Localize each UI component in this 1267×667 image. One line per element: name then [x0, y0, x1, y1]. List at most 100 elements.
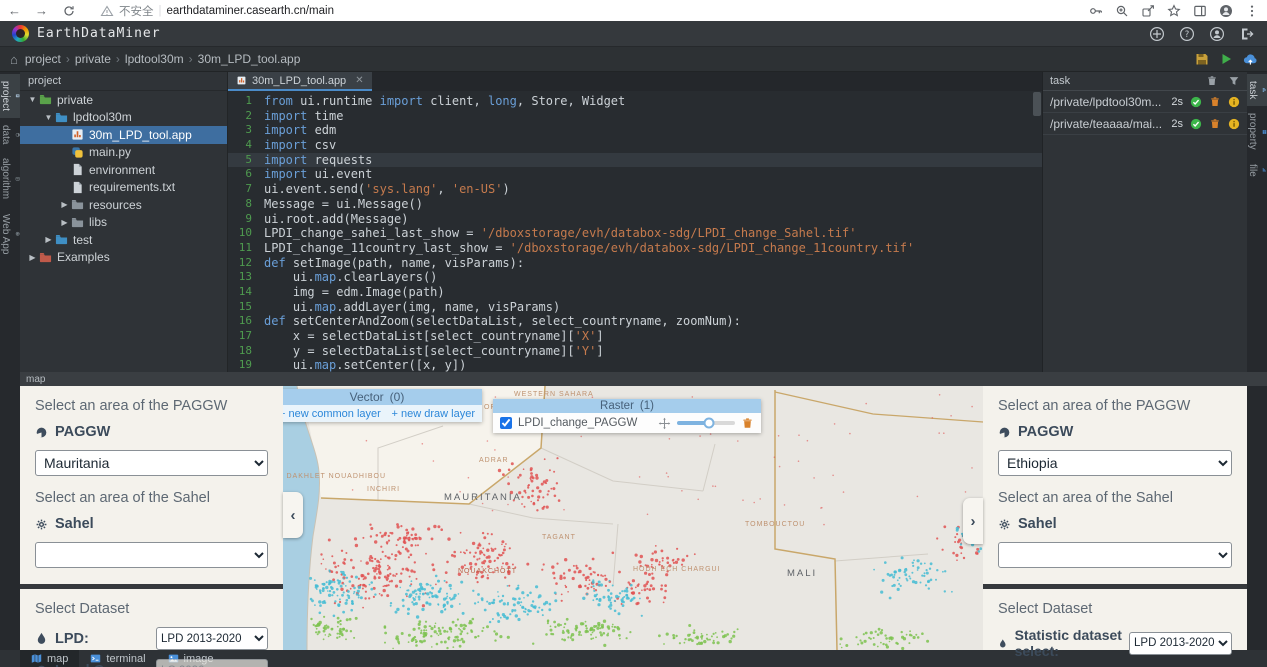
tree-item-requirements.txt[interactable]: requirements.txt	[20, 179, 227, 197]
rail-item-file[interactable]: file	[1247, 157, 1267, 184]
task-delete-trash-icon[interactable]	[1209, 96, 1221, 108]
save-icon[interactable]	[1195, 52, 1209, 66]
home-icon[interactable]: ⌂	[10, 52, 18, 67]
code-line-3: 3import edm	[228, 123, 1042, 138]
run-icon[interactable]	[1219, 52, 1233, 66]
tree-item-resources[interactable]: ▶resources	[20, 196, 227, 214]
tree-down-arrow-icon[interactable]: ▼	[42, 113, 55, 122]
filter-funnel-icon[interactable]	[1228, 75, 1240, 87]
tree-right-arrow-icon[interactable]: ▶	[26, 253, 39, 262]
map-canvas[interactable]: WESTERN SAHARARIO DE ORODAKHLET NOUADHIB…	[283, 386, 983, 650]
code-line-13: 13 ui.map.clearLayers()	[228, 270, 1042, 285]
key-icon[interactable]	[1089, 4, 1103, 18]
tree-item-label: lpdtool30m	[73, 110, 132, 124]
task-delete-trash-icon[interactable]	[1209, 118, 1221, 130]
layer-opacity-slider[interactable]	[677, 421, 735, 425]
browser-back-icon[interactable]: ←	[8, 3, 21, 18]
lpd-select[interactable]: LPD 2013-2020	[156, 627, 268, 650]
task-info-icon[interactable]	[1228, 118, 1240, 130]
tree-item-label: main.py	[89, 145, 131, 159]
star-icon[interactable]	[1167, 4, 1181, 18]
zoom-in-icon[interactable]	[1115, 4, 1129, 18]
sahel-select-left[interactable]	[35, 542, 268, 568]
rail-item-task[interactable]: task	[1247, 74, 1267, 106]
code-area[interactable]: 1from ui.runtime import client, long, St…	[228, 91, 1042, 372]
delete-layer-trash-icon[interactable]	[741, 417, 754, 430]
dataset-heading-right: Select Dataset	[998, 601, 1232, 617]
raster-layer-checkbox[interactable]	[500, 417, 512, 429]
task-row[interactable]: /private/teaaaa/mai...2s	[1043, 113, 1247, 135]
scrollbar-thumb[interactable]	[1033, 92, 1041, 116]
rail-item-algorithm[interactable]: algorithm	[0, 151, 20, 206]
sidebar-icon[interactable]	[1193, 4, 1207, 18]
clear-tasks-trash-icon[interactable]	[1206, 75, 1218, 87]
tree-item-environment[interactable]: environment	[20, 161, 227, 179]
landcover-select[interactable]: LC 2020	[156, 659, 268, 667]
tree-right-arrow-icon[interactable]: ▶	[42, 235, 55, 244]
raster-layer-name: LPDI_change_PAGGW	[518, 417, 652, 429]
menu-dots-icon[interactable]	[1245, 4, 1259, 18]
browser-reload-icon[interactable]	[62, 4, 76, 18]
tree-item-libs[interactable]: ▶libs	[20, 214, 227, 232]
editor-tab[interactable]: 30m_LPD_tool.app ✕	[228, 72, 372, 91]
code-line-16: 16def setCenterAndZoom(selectDataList, s…	[228, 314, 1042, 329]
tree-right-arrow-icon[interactable]: ▶	[58, 218, 71, 227]
address-bar[interactable]: 不安全 | earthdataminer.casearth.cn/main	[100, 3, 1079, 19]
sahel-select-right[interactable]	[998, 542, 1232, 568]
rail-item-webapp[interactable]: Web App	[0, 207, 20, 261]
share-icon[interactable]	[1141, 4, 1155, 18]
zoom-to-layer-icon[interactable]	[658, 417, 671, 430]
code-line-2: 2import time	[228, 109, 1042, 124]
sidebar-icon	[1193, 4, 1207, 18]
tree-item-test[interactable]: ▶test	[20, 231, 227, 249]
collapse-left-panel-button[interactable]: ‹	[283, 492, 303, 538]
statistic-dataset-select[interactable]: LPD 2013-2020	[1129, 632, 1232, 655]
collapse-right-panel-button[interactable]: ›	[963, 498, 983, 544]
file-icon	[71, 163, 84, 176]
new-common-layer-link[interactable]: + new common layer	[283, 408, 381, 420]
cloud-upload-icon[interactable]	[1243, 52, 1257, 66]
code-line-19: 19 ui.map.setCenter([x, y])	[228, 358, 1042, 372]
rail-item-data[interactable]: data	[0, 118, 20, 151]
rail-item-project[interactable]: project	[0, 74, 20, 118]
tree-item-private[interactable]: ▼private	[20, 91, 227, 109]
app-file-icon	[236, 75, 247, 86]
map-label-western-sahara: WESTERN SAHARA	[514, 391, 594, 398]
tree-down-arrow-icon[interactable]: ▼	[26, 95, 39, 104]
user-icon[interactable]	[1209, 26, 1225, 42]
globe-plus-icon[interactable]	[1149, 26, 1165, 42]
tree-right-arrow-icon[interactable]: ▶	[58, 200, 71, 209]
tree-item-Examples[interactable]: ▶Examples	[20, 249, 227, 267]
paggw-select-right[interactable]: Ethiopia	[998, 450, 1232, 476]
tree-item-lpdtool30m[interactable]: ▼ lpdtool30m	[20, 109, 227, 127]
task-row[interactable]: /private/lpdtool30m...2s	[1043, 91, 1247, 113]
editor-scrollbar[interactable]	[1033, 92, 1041, 368]
line-number: 11	[228, 241, 264, 256]
key-icon	[1089, 4, 1103, 18]
file-icon	[71, 163, 84, 176]
rail-item-property[interactable]: property	[1247, 106, 1267, 157]
url-text: earthdataminer.casearth.cn/main	[167, 5, 334, 17]
cloud-upload-icon	[1243, 52, 1257, 66]
folder-blue-icon	[55, 111, 68, 124]
code-line-18: 18 y = selectDataList[select_countryname…	[228, 344, 1042, 359]
new-draw-layer-link[interactable]: + new draw layer	[392, 408, 475, 420]
line-number: 2	[228, 109, 264, 124]
breadcrumb-item-30m_LPD_tool.app[interactable]: 30m_LPD_tool.app	[198, 52, 301, 66]
slider-knob[interactable]	[703, 418, 714, 429]
help-icon[interactable]: ?	[1179, 26, 1195, 42]
raster-panel-header[interactable]: Raster(1)	[493, 399, 761, 413]
breadcrumb-item-lpdtool30m[interactable]: lpdtool30m	[125, 52, 184, 66]
tab-close-icon[interactable]: ✕	[355, 75, 363, 86]
sahel-heading: Select an area of the Sahel	[35, 490, 268, 506]
breadcrumb-item-project[interactable]: project	[25, 52, 61, 66]
avatar-icon[interactable]	[1219, 4, 1233, 18]
browser-forward-icon[interactable]: →	[35, 3, 48, 18]
exit-icon[interactable]	[1239, 26, 1255, 42]
breadcrumb-item-private[interactable]: private	[75, 52, 111, 66]
vector-panel-header[interactable]: Vector(0)	[283, 389, 482, 405]
tree-item-main.py[interactable]: main.py	[20, 144, 227, 162]
paggw-select-left[interactable]: Mauritania	[35, 450, 268, 476]
tree-item-30m_LPD_tool.app[interactable]: 30m_LPD_tool.app	[20, 126, 227, 144]
task-info-icon[interactable]	[1228, 96, 1240, 108]
